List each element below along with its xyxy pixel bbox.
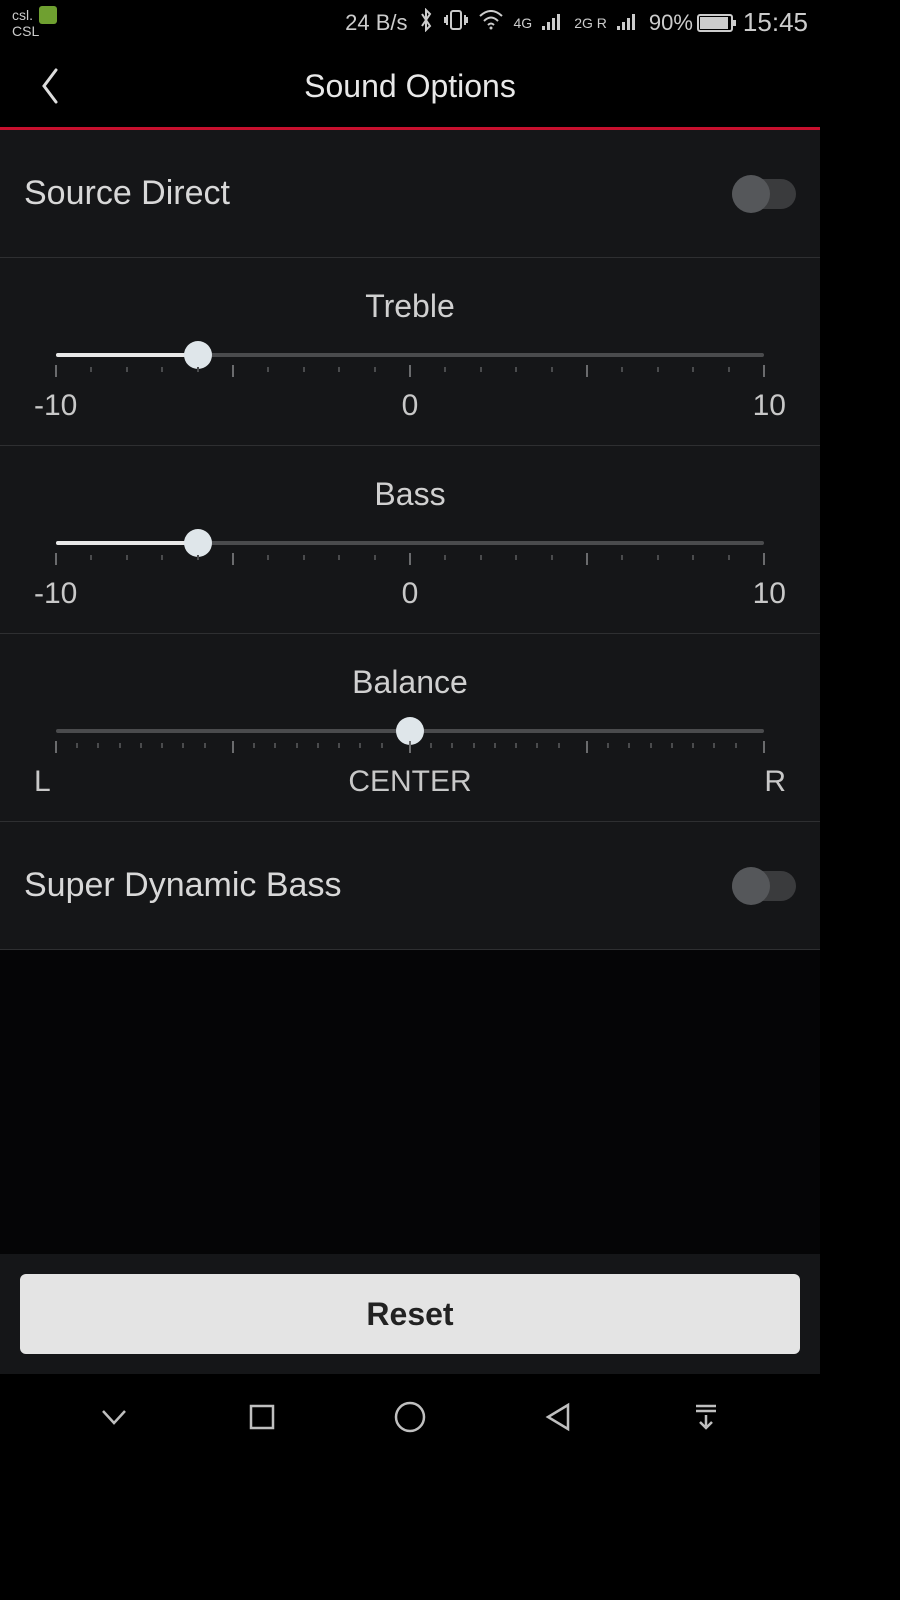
carrier-bottom-label: CSL xyxy=(12,24,57,39)
nav-collapse-button[interactable] xyxy=(84,1387,144,1447)
super-dynamic-bass-label: Super Dynamic Bass xyxy=(24,866,341,905)
nav-download-button[interactable] xyxy=(676,1387,736,1447)
download-queue-icon xyxy=(692,1402,720,1432)
signal-4g-label: 4G xyxy=(514,15,533,31)
reset-button[interactable]: Reset xyxy=(20,1274,800,1354)
wifi-icon xyxy=(478,10,504,36)
app-notification-icon xyxy=(39,6,57,24)
net-speed: 24 B/s xyxy=(345,10,407,36)
super-dynamic-bass-toggle[interactable] xyxy=(732,871,796,901)
battery-pct: 90% xyxy=(649,10,693,36)
status-bar: csl. CSL 24 B/s 4G 2G R 90% 15:45 xyxy=(0,0,820,45)
nav-bar xyxy=(0,1374,820,1460)
bass-min-label: -10 xyxy=(34,577,77,611)
balance-min-label: L xyxy=(34,765,51,799)
page-title: Sound Options xyxy=(304,68,516,105)
source-direct-label: Source Direct xyxy=(24,174,230,213)
signal-2g-label: 2G R xyxy=(574,15,607,31)
bass-center-label: 0 xyxy=(402,577,419,611)
bass-section: Bass -10 0 10 xyxy=(0,446,820,634)
treble-min-label: -10 xyxy=(34,389,77,423)
balance-label: Balance xyxy=(24,664,796,701)
treble-max-label: 10 xyxy=(753,389,786,423)
balance-center-label: CENTER xyxy=(348,765,471,799)
circle-icon xyxy=(393,1400,427,1434)
back-button[interactable] xyxy=(30,66,70,106)
balance-slider[interactable] xyxy=(56,729,764,733)
source-direct-toggle[interactable] xyxy=(732,179,796,209)
status-right: 24 B/s 4G 2G R 90% 15:45 xyxy=(345,7,808,38)
signal-bars-2-icon xyxy=(617,10,639,36)
treble-ticks xyxy=(56,365,764,379)
clock: 15:45 xyxy=(743,7,808,38)
balance-max-label: R xyxy=(764,765,786,799)
bluetooth-icon xyxy=(418,8,434,38)
bass-label: Bass xyxy=(24,476,796,513)
status-left: csl. CSL xyxy=(12,6,57,39)
empty-space xyxy=(0,950,820,1254)
nav-back-button[interactable] xyxy=(528,1387,588,1447)
title-bar: Sound Options xyxy=(0,45,820,130)
bass-max-label: 10 xyxy=(753,577,786,611)
treble-slider[interactable] xyxy=(56,353,764,357)
square-icon xyxy=(247,1402,277,1432)
source-direct-row: Source Direct xyxy=(0,130,820,258)
signal-bars-1-icon xyxy=(542,10,564,36)
chevron-left-icon xyxy=(39,68,61,104)
balance-ticks xyxy=(56,741,764,755)
balance-section: Balance L CENTER R xyxy=(0,634,820,822)
chevron-down-icon xyxy=(99,1407,129,1427)
nav-home-button[interactable] xyxy=(380,1387,440,1447)
treble-label: Treble xyxy=(24,288,796,325)
vibrate-icon xyxy=(444,9,468,37)
treble-section: Treble -10 0 10 xyxy=(0,258,820,446)
triangle-left-icon xyxy=(544,1402,572,1432)
battery-icon xyxy=(697,14,733,32)
super-dynamic-bass-row: Super Dynamic Bass xyxy=(0,822,820,950)
bass-slider[interactable] xyxy=(56,541,764,545)
content-area: Source Direct Treble -10 0 10 Bass xyxy=(0,130,820,1374)
reset-row: Reset xyxy=(0,1254,820,1374)
treble-center-label: 0 xyxy=(402,389,419,423)
carrier-top-label: csl. xyxy=(12,8,33,23)
bass-ticks xyxy=(56,553,764,567)
nav-recent-button[interactable] xyxy=(232,1387,292,1447)
